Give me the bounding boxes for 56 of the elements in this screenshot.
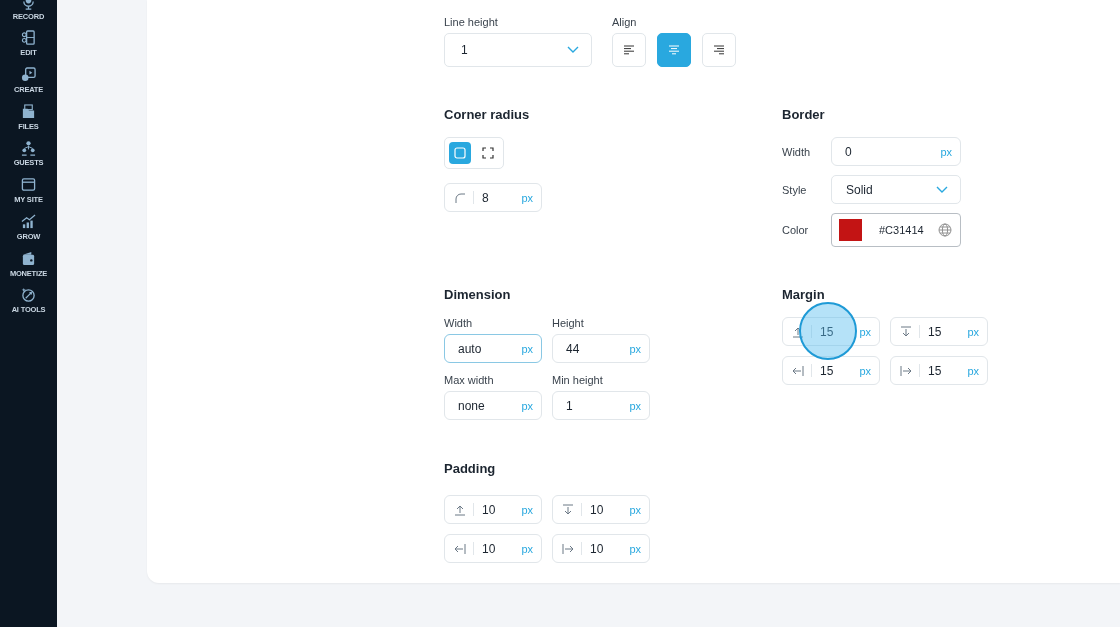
input-field[interactable]: 10 px xyxy=(552,534,650,563)
field-label: Width xyxy=(782,145,812,158)
section-title: Margin xyxy=(782,286,826,304)
section-title: Corner radius xyxy=(444,106,531,124)
input-field[interactable]: 10 px xyxy=(444,495,542,524)
arrow-right-icon xyxy=(562,542,574,555)
field-label: Color xyxy=(782,224,810,236)
section-title: Border xyxy=(782,106,826,124)
input-field[interactable]: auto px xyxy=(444,334,542,363)
arrow-right-icon xyxy=(900,364,912,377)
sidebar-icon[interactable] xyxy=(21,250,36,267)
arrow-down-icon xyxy=(562,503,574,516)
input-field[interactable]: 15 px xyxy=(890,317,988,346)
color-field[interactable]: #C31414 xyxy=(831,213,961,247)
input-field[interactable]: 10 px xyxy=(552,495,650,524)
corner-icon xyxy=(454,191,466,204)
input-field[interactable]: 8 px xyxy=(444,183,542,212)
input-field[interactable]: 1 px xyxy=(552,391,650,420)
field-label: Max width xyxy=(444,374,495,387)
corners-icon xyxy=(482,147,494,159)
line-height-dropdown[interactable]: 1 xyxy=(444,33,592,67)
field-label: Line height xyxy=(444,16,499,29)
sidebar-icon[interactable] xyxy=(21,177,36,194)
section-title: Dimension xyxy=(444,286,512,304)
align-right-icon xyxy=(713,45,725,55)
chevron-down-icon xyxy=(936,185,948,194)
field-label: Width xyxy=(444,317,474,330)
input-field[interactable]: 0 px xyxy=(831,137,961,166)
input-field[interactable]: none px xyxy=(444,391,542,420)
field-label: Style xyxy=(782,183,808,196)
arrow-left-icon xyxy=(454,542,466,555)
globe-icon xyxy=(938,223,952,237)
chevron-down-icon xyxy=(567,46,579,54)
arrow-down-icon xyxy=(900,325,912,338)
field-label: Align xyxy=(612,16,638,29)
input-field[interactable]: 15 px xyxy=(890,356,988,385)
sidebar-icon[interactable] xyxy=(21,103,36,120)
arrow-left-icon xyxy=(792,364,804,377)
sidebar-icon[interactable] xyxy=(21,213,36,230)
input-field[interactable]: 10 px xyxy=(444,534,542,563)
align-center-icon xyxy=(668,45,680,55)
input-field[interactable]: 44 px xyxy=(552,334,650,363)
align-left-icon xyxy=(623,45,635,55)
input-field[interactable]: 15 px xyxy=(782,317,880,346)
field-label: Min height xyxy=(552,374,604,387)
sidebar-icon[interactable] xyxy=(21,287,36,304)
arrow-up-icon xyxy=(454,503,466,516)
field-label: Height xyxy=(552,317,585,330)
section-title: Padding xyxy=(444,460,497,478)
sidebar-icon[interactable] xyxy=(21,30,36,47)
border-style-dropdown[interactable]: Solid xyxy=(831,175,961,204)
sidebar-icon[interactable] xyxy=(21,67,36,84)
arrow-up-icon xyxy=(792,325,804,338)
square-icon xyxy=(454,147,466,159)
sidebar-icon[interactable] xyxy=(21,140,36,157)
input-field[interactable]: 15 px xyxy=(782,356,880,385)
